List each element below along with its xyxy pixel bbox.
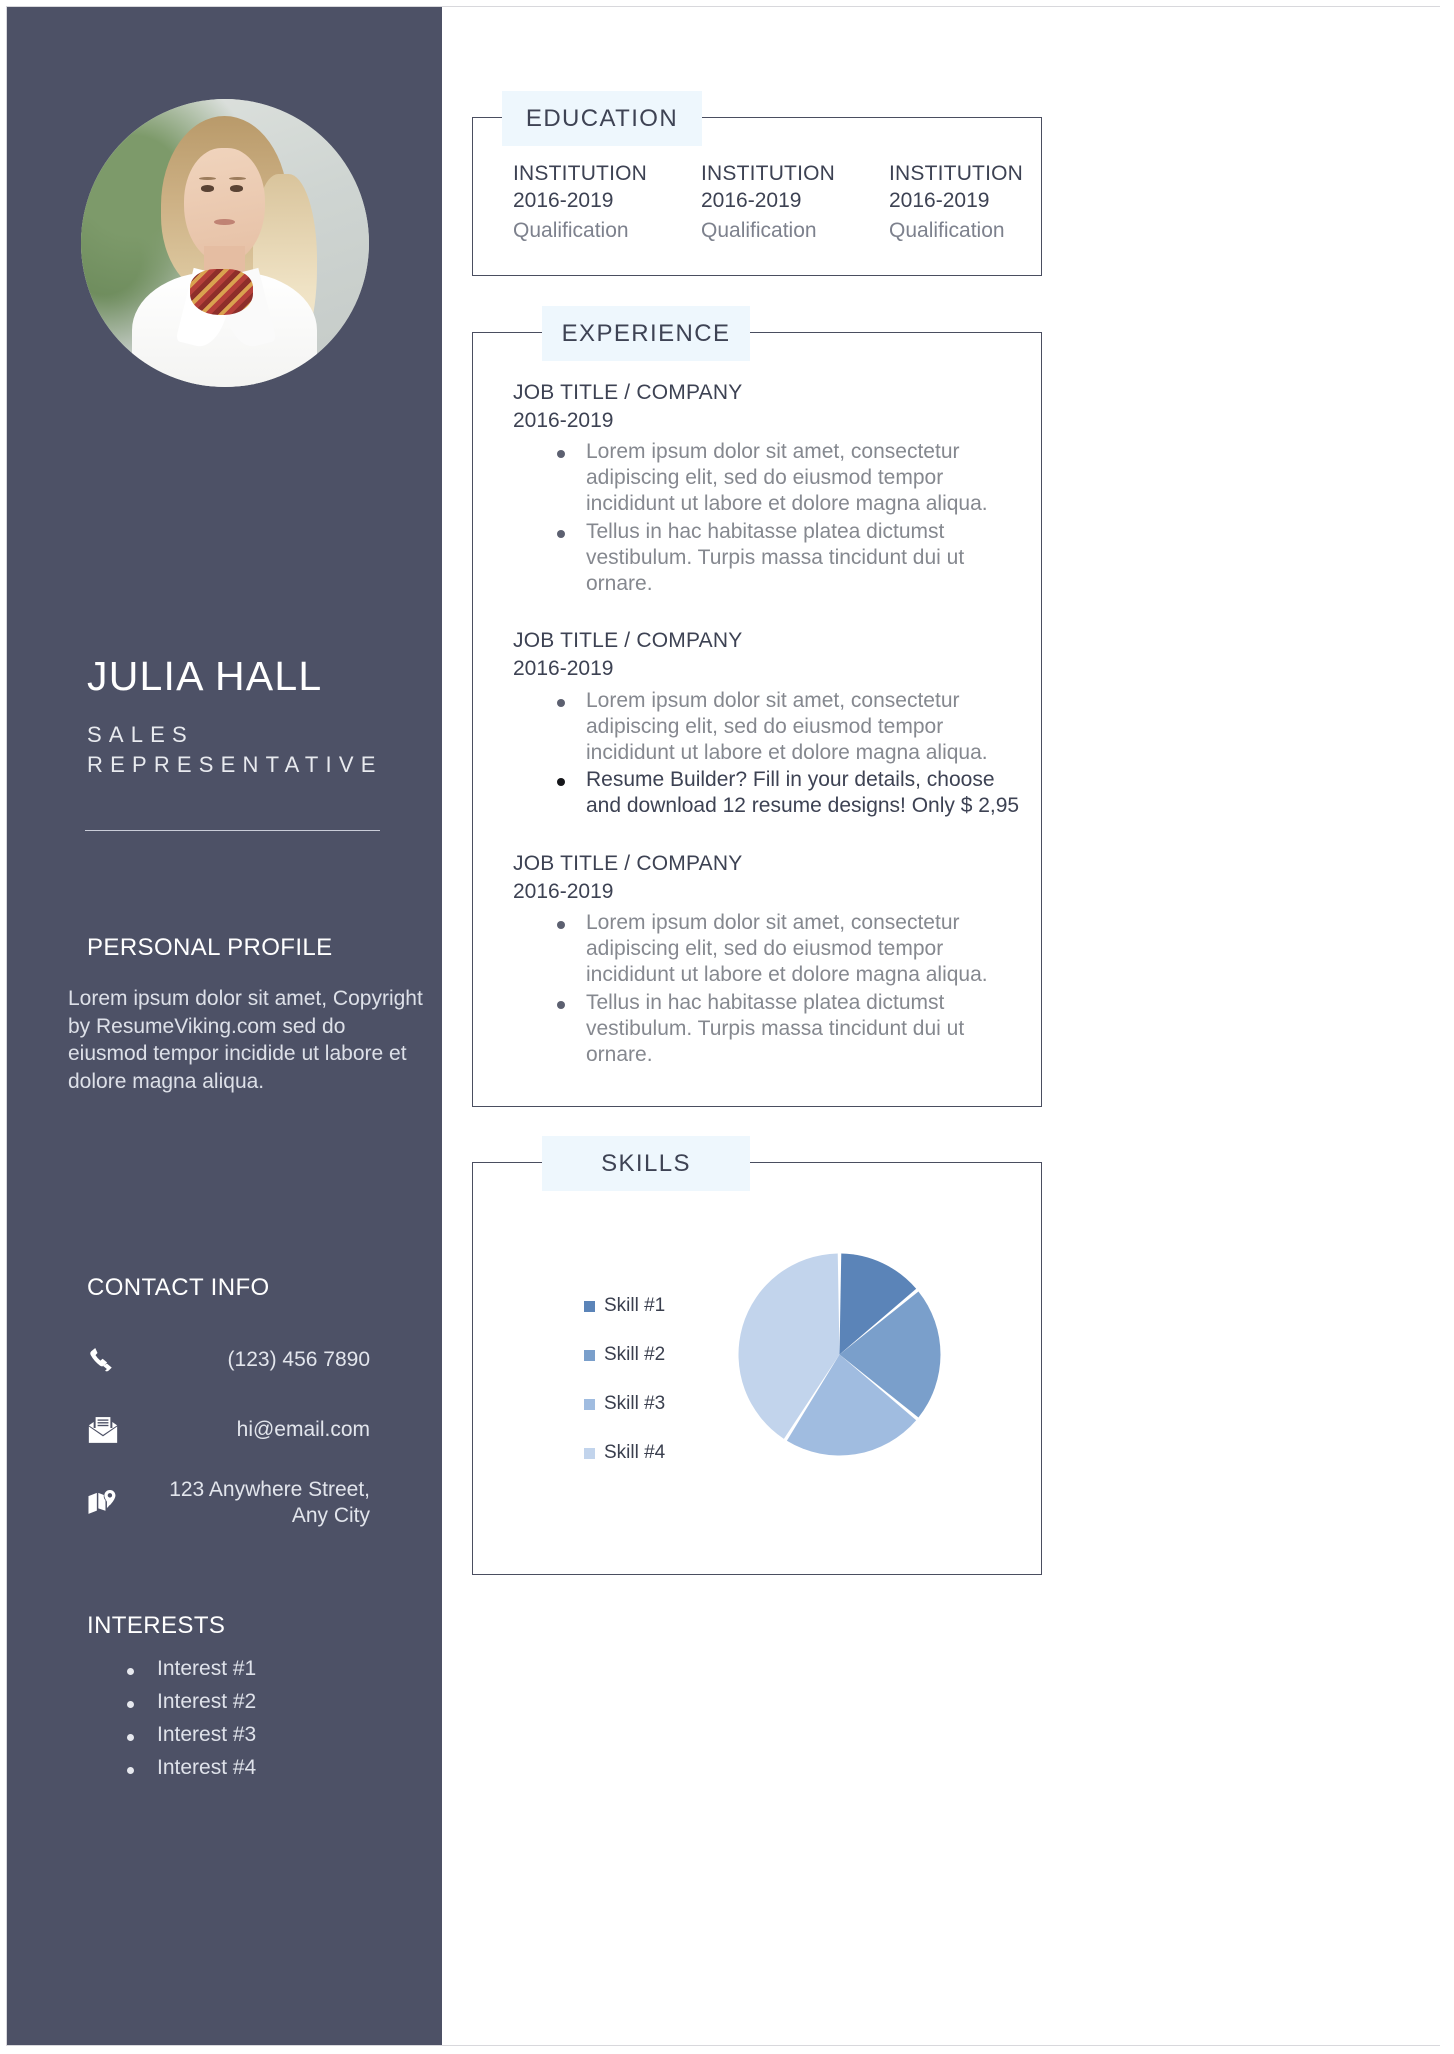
job-bullets: Lorem ipsum dolor sit amet, consectetur …	[513, 910, 1033, 1067]
contact-value-email: hi@email.com	[236, 1417, 370, 1441]
experience-title: EXPERIENCE	[542, 306, 750, 361]
education-item: INSTITUTION 2016-2019 Qualification	[513, 160, 701, 244]
photo-brow-right	[228, 176, 247, 180]
legend-label: Skill #1	[604, 1295, 666, 1316]
contact-row-phone[interactable]: (123) 456 7890	[87, 1337, 387, 1383]
education-institution: INSTITUTION	[701, 162, 836, 185]
skills-pie-chart	[737, 1252, 942, 1457]
legend-item: Skill #3	[584, 1380, 665, 1428]
education-item: INSTITUTION 2016-2019 Qualification	[889, 160, 1077, 244]
contact-value-address: 123 Anywhere Street, Any City	[169, 1478, 370, 1528]
photo-mouth	[214, 218, 235, 225]
main-content: EDUCATION INSTITUTION 2016-2019 Qualific…	[442, 7, 1441, 2045]
map-icon	[87, 1488, 133, 1518]
contact-row-email[interactable]: hi@email.com	[87, 1407, 387, 1453]
legend-label: Skill #3	[604, 1393, 666, 1414]
job-title: JOB TITLE / COMPANY	[513, 629, 743, 653]
contact-list: (123) 456 7890 hi@email.com 123 Anywhere…	[87, 1337, 387, 1553]
interests-heading: INTERESTS	[87, 1612, 226, 1639]
education-qualification: Qualification	[701, 218, 817, 242]
education-years: 2016-2019	[889, 189, 990, 213]
legend-item: Skill #2	[584, 1331, 665, 1379]
list-item: Interest #2	[123, 1690, 373, 1714]
photo-scarf	[189, 268, 254, 315]
list-item: Lorem ipsum dolor sit amet, consectetur …	[557, 688, 1033, 765]
photo-eye-right	[230, 185, 244, 192]
education-years: 2016-2019	[701, 189, 802, 213]
personal-profile-heading: PERSONAL PROFILE	[87, 934, 333, 961]
experience-jobs: JOB TITLE / COMPANY 2016-2019 Lorem ipsu…	[513, 379, 1033, 1069]
job-title: JOB TITLE / COMPANY	[513, 381, 743, 404]
list-item: Lorem ipsum dolor sit amet, consectetur …	[557, 910, 1033, 987]
resume-page: JULIA HALL SALES REPRESENTATIVE PERSONAL…	[0, 0, 1454, 2054]
job-years: 2016-2019	[513, 408, 614, 432]
list-item: Interest #4	[123, 1756, 373, 1780]
legend-item: Skill #4	[584, 1429, 665, 1477]
job-entry: JOB TITLE / COMPANY 2016-2019 Lorem ipsu…	[513, 627, 1033, 819]
job-entry: JOB TITLE / COMPANY 2016-2019 Lorem ipsu…	[513, 850, 1033, 1067]
sidebar: JULIA HALL SALES REPRESENTATIVE PERSONAL…	[7, 7, 442, 2045]
legend-swatch	[584, 1398, 595, 1410]
phone-icon	[87, 1345, 133, 1375]
skills-section: SKILLS Skill #1 Skill #2 Skill #3 Skill …	[472, 1136, 1042, 1575]
education-items: INSTITUTION 2016-2019 Qualification INST…	[513, 160, 1213, 244]
job-bullets: Lorem ipsum dolor sit amet, consectetur …	[513, 688, 1033, 819]
list-item: Interest #1	[123, 1657, 373, 1681]
photo-brow-left	[198, 176, 216, 180]
candidate-name: JULIA HALL	[87, 653, 323, 699]
legend-swatch	[584, 1300, 595, 1312]
contact-row-address[interactable]: 123 Anywhere Street, Any City	[87, 1477, 387, 1529]
email-icon	[87, 1415, 133, 1445]
job-years: 2016-2019	[513, 879, 614, 903]
legend-label: Skill #2	[604, 1344, 666, 1365]
profile-photo	[80, 99, 369, 387]
pie-legend: Skill #1 Skill #2 Skill #3 Skill #4	[584, 1282, 665, 1478]
education-title: EDUCATION	[502, 91, 702, 146]
legend-swatch	[584, 1447, 595, 1459]
photo-eye-left	[201, 185, 215, 192]
skills-title: SKILLS	[542, 1136, 750, 1191]
legend-label: Skill #4	[604, 1442, 666, 1463]
contact-value-phone: (123) 456 7890	[227, 1347, 370, 1371]
list-item: Lorem ipsum dolor sit amet, consectetur …	[557, 439, 1033, 516]
contact-info-heading: CONTACT INFO	[87, 1274, 270, 1301]
education-item: INSTITUTION 2016-2019 Qualification	[701, 160, 889, 244]
legend-swatch	[584, 1349, 595, 1361]
interests-list: Interest #1 Interest #2 Interest #3 Inte…	[123, 1657, 373, 1789]
job-years: 2016-2019	[513, 657, 614, 681]
education-qualification: Qualification	[513, 218, 629, 242]
pie-svg	[738, 1253, 941, 1456]
avatar	[80, 99, 369, 387]
education-institution: INSTITUTION	[513, 162, 648, 185]
job-title: JOB TITLE / COMPANY	[513, 851, 743, 875]
list-item: Tellus in hac habitasse platea dictumst …	[557, 519, 1033, 596]
experience-section: EXPERIENCE JOB TITLE / COMPANY 2016-2019…	[472, 306, 1042, 1107]
education-years: 2016-2019	[513, 189, 614, 213]
education-section: EDUCATION INSTITUTION 2016-2019 Qualific…	[472, 91, 1042, 276]
job-bullets: Lorem ipsum dolor sit amet, consectetur …	[513, 439, 1033, 596]
education-institution: INSTITUTION	[889, 162, 1024, 185]
job-entry: JOB TITLE / COMPANY 2016-2019 Lorem ipsu…	[513, 379, 1033, 596]
personal-profile-text: Lorem ipsum dolor sit amet, Copyright by…	[68, 987, 423, 1094]
promo-list-item[interactable]: Resume Builder? Fill in your details, ch…	[557, 767, 1033, 819]
list-item: Interest #3	[123, 1723, 373, 1747]
list-item: Tellus in hac habitasse platea dictumst …	[557, 990, 1033, 1067]
education-qualification: Qualification	[889, 218, 1005, 242]
sidebar-divider	[85, 830, 380, 831]
candidate-role: SALES REPRESENTATIVE	[87, 722, 383, 778]
legend-item: Skill #1	[584, 1282, 665, 1330]
